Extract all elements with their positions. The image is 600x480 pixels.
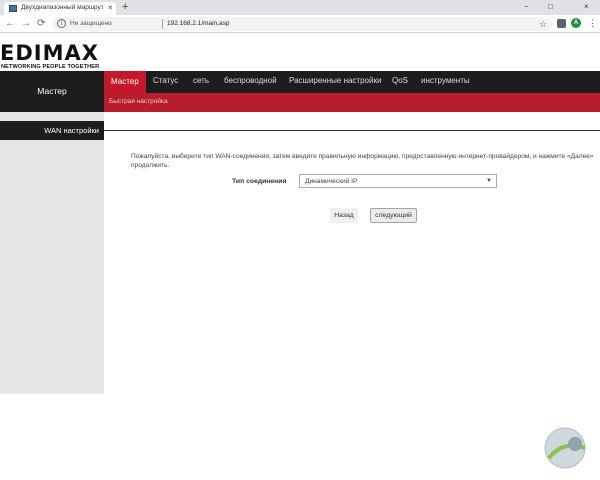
- close-window-icon[interactable]: ×: [584, 1, 589, 12]
- address-bar[interactable]: i Не защищено 192.168.2.1/main.asp ☆: [52, 17, 552, 31]
- logo-tagline: NETWORKING PEOPLE TOGETHER: [1, 64, 100, 70]
- sidebar: [0, 112, 104, 394]
- profile-avatar[interactable]: A: [571, 18, 581, 28]
- connection-type-value: Динамический IP: [305, 178, 358, 185]
- nav-item-advanced[interactable]: Расширенные настройки: [289, 76, 381, 86]
- bookmark-star-icon[interactable]: ☆: [539, 18, 547, 30]
- nav-item-status[interactable]: Статус: [153, 76, 178, 86]
- nav-item-qos[interactable]: QoS: [392, 76, 408, 86]
- new-tab-button[interactable]: +: [122, 1, 128, 13]
- tab-title: Двухдиапазонный маршрутиза: [21, 4, 103, 11]
- browser-tab[interactable]: Двухдиапазонный маршрутиза ×: [4, 2, 116, 15]
- back-icon[interactable]: ←: [5, 17, 15, 30]
- maximize-icon[interactable]: □: [548, 1, 553, 12]
- section-header: Мастер: [0, 71, 104, 112]
- back-button[interactable]: Назад: [330, 208, 358, 223]
- instruction-text: Пожалуйста, выберите тип WAN-соединения,…: [131, 153, 594, 169]
- router-favicon-icon: [9, 5, 17, 12]
- connection-type-label: Тип соединения: [232, 178, 287, 185]
- forward-icon[interactable]: →: [21, 17, 31, 30]
- security-label: Не защищено: [70, 20, 112, 27]
- sidebar-item-wan[interactable]: WAN настройки: [0, 121, 104, 140]
- info-icon[interactable]: i: [57, 19, 66, 28]
- minimize-icon[interactable]: −: [524, 1, 529, 12]
- nav-item-wireless[interactable]: беспроводной: [224, 76, 277, 86]
- watermark-logo: [544, 427, 586, 469]
- address-separator: [162, 19, 163, 29]
- browser-toolbar: ← → ⟳ i Не защищено 192.168.2.1/main.asp…: [0, 15, 600, 33]
- extension-icon[interactable]: [557, 19, 566, 28]
- subnav-bar: Быстрая настройка: [104, 93, 600, 112]
- browser-menu-icon[interactable]: ⋮: [588, 17, 597, 29]
- dropdown-arrow-icon: ▼: [486, 178, 492, 184]
- url-text[interactable]: 192.168.2.1/main.asp: [167, 20, 230, 27]
- nav-item-wizard[interactable]: Мастер: [104, 71, 146, 93]
- nav-item-network[interactable]: сеть: [193, 76, 209, 86]
- sidebar-item-label: WAN настройки: [44, 126, 99, 135]
- next-button[interactable]: следующий: [370, 208, 417, 223]
- reload-icon[interactable]: ⟳: [37, 17, 45, 30]
- subnav-quick-setup[interactable]: Быстрая настройка: [109, 98, 168, 105]
- connection-type-select[interactable]: Динамический IP ▼: [299, 174, 497, 188]
- section-divider: [104, 130, 600, 131]
- tab-strip: Двухдиапазонный маршрутиза × + − □ ×: [0, 0, 600, 15]
- section-title: Мастер: [37, 86, 67, 96]
- edimax-logo: EDIMAX: [0, 41, 99, 65]
- tab-close-icon[interactable]: ×: [108, 3, 113, 13]
- nav-item-tools[interactable]: инструменты: [421, 76, 470, 86]
